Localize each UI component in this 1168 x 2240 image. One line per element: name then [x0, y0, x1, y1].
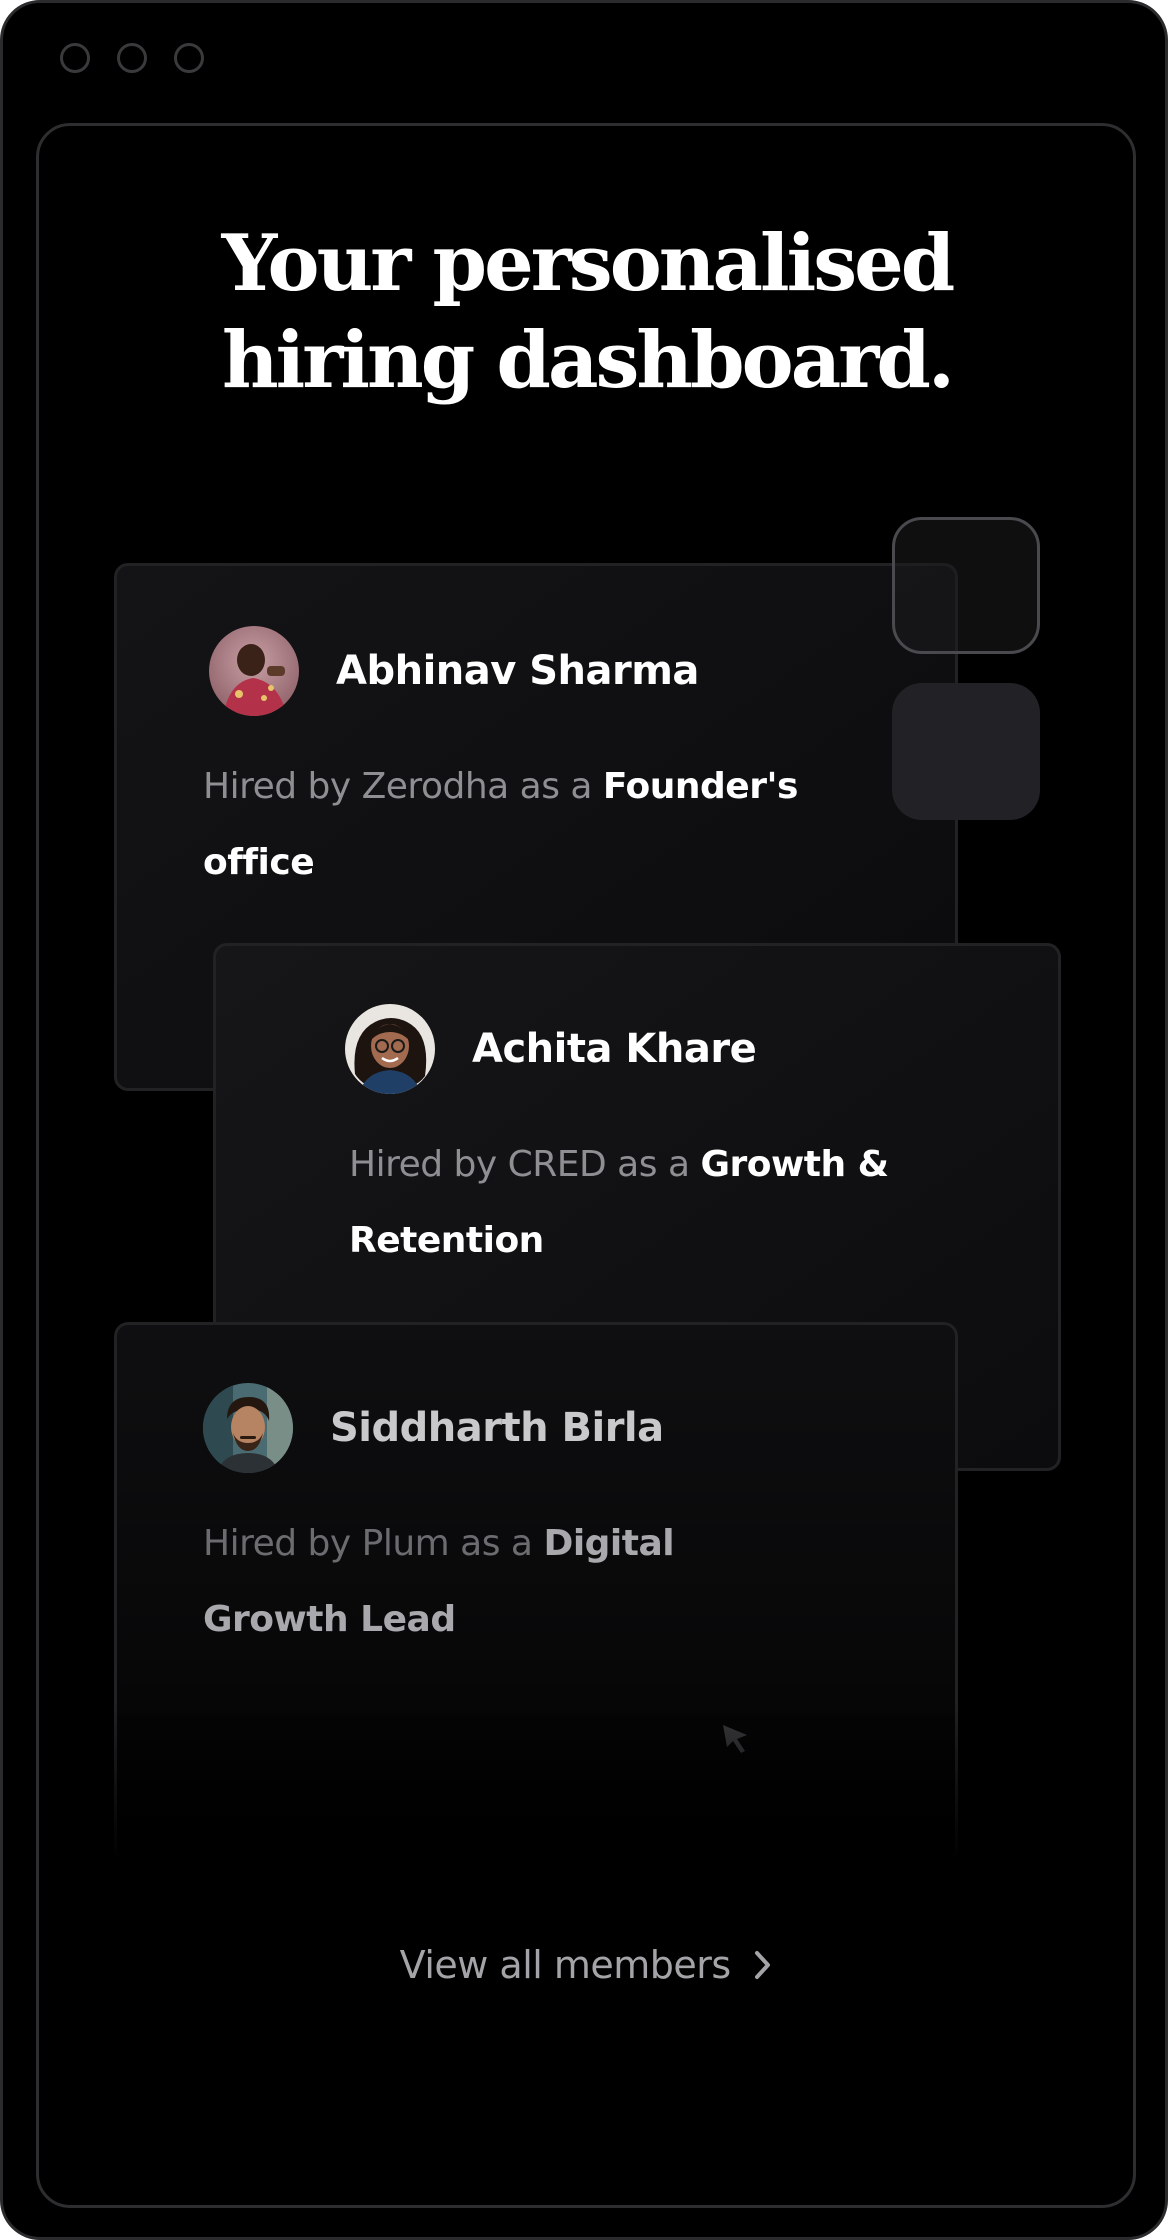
member-card-siddharth[interactable]: Siddharth Birla Hired by Plum as a Digit…	[114, 1322, 958, 1862]
window-control-dot[interactable]	[174, 43, 204, 73]
member-name: Achita Khare	[472, 1026, 757, 1072]
avatar	[209, 626, 299, 716]
page-title-line-2: hiring dashboard.	[221, 315, 955, 406]
avatar-photo-icon	[345, 1004, 435, 1094]
avatar	[345, 1004, 435, 1094]
page-title-line-1: Your personalised	[221, 218, 956, 309]
mouse-pointer-icon	[723, 1725, 747, 1753]
app-window: Your personalised hiring dashboard. Abhi…	[0, 0, 1168, 2240]
avatar-photo-icon	[203, 1383, 293, 1473]
hired-by-text: Hired by Plum as a	[203, 1523, 544, 1564]
view-all-members-link[interactable]: View all members	[3, 1940, 1165, 1990]
decorative-square-filled	[892, 683, 1040, 820]
avatar	[203, 1383, 293, 1473]
window-control-dot[interactable]	[60, 43, 90, 73]
hired-by-text: Hired by Zerodha as a	[203, 766, 603, 807]
member-name: Siddharth Birla	[330, 1405, 664, 1451]
member-name: Abhinav Sharma	[336, 648, 699, 694]
chevron-right-icon	[755, 1950, 771, 1979]
hired-by-text: Hired by CRED as a	[349, 1144, 701, 1185]
member-hire-description: Hired by CRED as a Growth & Retention	[349, 1127, 989, 1279]
decorative-square-outline	[892, 517, 1040, 654]
page-title: Your personalised hiring dashboard.	[3, 215, 1165, 409]
member-hire-description: Hired by Zerodha as a Founder's office	[203, 749, 883, 901]
window-control-dot[interactable]	[117, 43, 147, 73]
member-hire-description: Hired by Plum as a Digital Growth Lead	[203, 1506, 743, 1658]
avatar-photo-icon	[209, 626, 299, 716]
view-all-members-label: View all members	[399, 1943, 732, 1987]
